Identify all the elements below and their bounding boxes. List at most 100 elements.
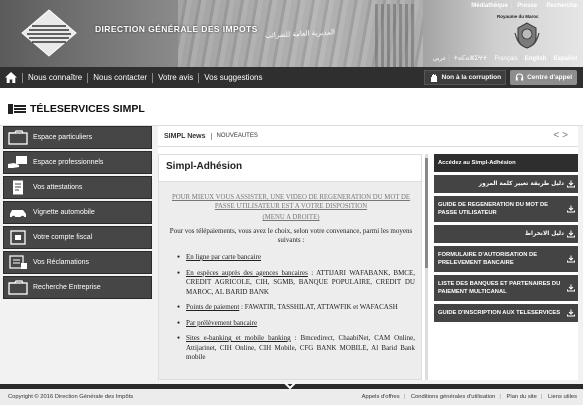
call-center-label: Centre d'appel [527, 74, 572, 81]
stop-hand-icon [430, 73, 437, 82]
folder-icon [8, 130, 28, 145]
lang-arabic[interactable]: عربي [433, 56, 447, 62]
sidebar-item-vignette[interactable]: Vignette automobile [3, 201, 152, 224]
link-label: دليل الانخراط [525, 231, 564, 237]
sidebar-item-compte-fiscal[interactable]: Votre compte fiscal [3, 226, 152, 249]
option-link[interactable]: Points de paiement [186, 303, 239, 311]
download-icon [567, 230, 575, 238]
link-label: دليل طريقة تغيير كلمة المرور [478, 181, 564, 187]
sidebar-item-label: Vos attestations [33, 184, 83, 191]
nav-nous-connaitre[interactable]: Nous connaître [22, 72, 87, 83]
sidebar-item-recherche-entreprise[interactable]: Recherche Entreprise [3, 276, 152, 299]
teleservices-title: TÉLESERVICES SIMPL [8, 103, 145, 115]
download-icon [567, 180, 575, 188]
lang-spanish[interactable]: Español [554, 56, 577, 62]
anti-corruption-button[interactable]: Non à la corruption [423, 70, 507, 85]
header-banner: DIRECTION GÉNÉRALE DES IMPOTS المديرية ا… [0, 0, 583, 67]
option-text: : FAWATIR, TASSHILAT, ATTAWFIK et WAFACA… [239, 303, 398, 311]
top-link-recherche[interactable]: Recherche [546, 3, 577, 9]
adhesion-panel: Simpl-Adhésion POUR MIEUX VOUS ASSISTER,… [158, 154, 422, 380]
sidebar-item-label: Vos Réclamations [33, 259, 90, 266]
top-link-mediatheque[interactable]: Médiathèque [471, 3, 508, 9]
home-button[interactable] [0, 67, 22, 88]
link-guide-password-arabic[interactable]: دليل طريقة تغيير كلمة المرور [434, 175, 578, 193]
download-icon [567, 205, 575, 213]
main-nav: Nous connaître Nous contacter Votre avis… [0, 67, 583, 88]
news-prev-button[interactable]: < [553, 130, 562, 141]
list-item: En espèces auprès des agences bancaires … [177, 269, 415, 298]
teleservices-bar: TÉLESERVICES SIMPL [0, 88, 583, 126]
links-panel: Accédez au Simpl-Adhésion دليل طريقة تغي… [434, 154, 578, 325]
nav-vos-suggestions[interactable]: Vos suggestions [198, 72, 267, 83]
coat-of-arms-icon [514, 22, 540, 49]
option-link[interactable]: En ligne par carte bancaire [186, 253, 261, 261]
list-item: Sites e-banking et mobile banking : Bmce… [177, 334, 415, 363]
footer-link-conditions[interactable]: Conditions générales d'utilisation [411, 394, 496, 400]
folder-search-icon [8, 280, 28, 295]
payment-intro: Pour vos télépaiements, vous avez le cho… [169, 227, 413, 244]
link-label: GUIDE D'INSCRIPTION AUX TELESERVICES [438, 310, 561, 316]
royaume-label: Royaume du Maroc [497, 14, 539, 19]
footer-link-liens-utiles[interactable]: Liens utiles [548, 394, 577, 400]
footer-link-appels-offres[interactable]: Appels d'offres [362, 394, 400, 400]
news-bar: SIMPL News NOUVEAUTES <> [158, 126, 578, 147]
option-link[interactable]: Sites e-banking et mobile banking [186, 334, 291, 342]
sidebar-item-professionnels[interactable]: Espace professionnels [3, 151, 152, 174]
option-link[interactable]: En espèces auprès des agences bancaires [186, 269, 308, 277]
news-label: SIMPL News [158, 132, 212, 140]
sidebar-item-label: Votre compte fiscal [33, 234, 93, 241]
adhesion-scrollbar[interactable] [425, 154, 428, 380]
link-label: FORMULAIRE D'AUTORISATION DE PRELEVEMENT… [438, 252, 538, 266]
download-icon [567, 284, 575, 292]
adhesion-title: Simpl-Adhésion [159, 155, 421, 182]
sidebar-item-label: Espace particuliers [33, 134, 93, 141]
account-icon [10, 230, 26, 245]
link-guide-inscription[interactable]: GUIDE D'INSCRIPTION AUX TELESERVICES [434, 304, 578, 322]
call-center-button[interactable]: Centre d'appel [510, 70, 577, 85]
sidebar-item-attestations[interactable]: Vos attestations [3, 176, 152, 199]
lang-french[interactable]: Français [495, 56, 518, 62]
link-label: LISTE DES BANQUES ET PARTENAIRES DU PAIE… [438, 281, 561, 295]
footer-links: Appels d'offres | Conditions générales d'… [361, 394, 577, 400]
link-guide-regeneration[interactable]: GUIDE DE REGENERATION DU MOT DE PASSE UT… [434, 196, 578, 222]
link-guide-adhesion-arabic[interactable]: دليل الانخراط [434, 225, 578, 243]
lang-english[interactable]: English [525, 56, 547, 62]
option-link[interactable]: Par prélèvement bancaire [186, 319, 257, 327]
news-next-button[interactable]: > [562, 130, 571, 141]
complaint-icon [9, 255, 27, 269]
footer-link-plan-site[interactable]: Plan du site [507, 394, 537, 400]
headset-icon [515, 73, 524, 81]
menu-link[interactable]: (MENU A DROITE) [167, 214, 415, 221]
dgi-title[interactable]: DIRECTION GÉNÉRALE DES IMPOTS [95, 24, 258, 34]
nav-votre-avis[interactable]: Votre avis [152, 72, 198, 83]
car-icon [10, 210, 26, 220]
top-links: Médiathèque | Presse | Recherche [471, 3, 577, 9]
adhesion-body: POUR MIEUX VOUS ASSISTER, UNE VIDEO DE R… [159, 182, 421, 363]
footer: Copyright © 2016 Direction Générale des … [0, 389, 583, 405]
link-label: GUIDE DE REGENERATION DU MOT DE PASSE UT… [438, 202, 549, 216]
download-icon [567, 309, 575, 317]
download-icon [567, 255, 575, 263]
lang-amazigh[interactable]: ⵜⴰⵎⴰⵣⵉⵖⵜ [454, 56, 488, 62]
sidebar-item-reclamations[interactable]: Vos Réclamations [3, 251, 152, 274]
sidebar-item-label: Espace professionnels [33, 159, 104, 166]
sidebar-item-particuliers[interactable]: Espace particuliers [3, 126, 152, 149]
link-formulaire-prelevement[interactable]: FORMULAIRE D'AUTORISATION DE PRELEVEMENT… [434, 246, 578, 272]
banner-tower-photo [375, 4, 415, 67]
list-item: En ligne par carte bancaire [177, 253, 415, 263]
copyright: Copyright © 2016 Direction Générale des … [8, 394, 134, 400]
links-panel-header: Accédez au Simpl-Adhésion [434, 154, 578, 172]
nav-nous-contacter[interactable]: Nous contacter [87, 72, 152, 83]
list-item: Par prélèvement bancaire [177, 319, 415, 329]
news-tag[interactable]: NOUVEAUTES [212, 133, 258, 139]
dgi-logo-icon[interactable] [20, 8, 78, 58]
anti-corruption-label: Non à la corruption [441, 74, 502, 81]
video-link[interactable]: POUR MIEUX VOUS ASSISTER, UNE VIDEO DE R… [167, 193, 415, 211]
link-liste-banques[interactable]: LISTE DES BANQUES ET PARTENAIRES DU PAIE… [434, 275, 578, 301]
top-link-presse[interactable]: Presse [517, 3, 537, 9]
stacked-bars-icon [8, 104, 26, 114]
home-icon [5, 72, 17, 83]
scrollbar-thumb[interactable] [425, 158, 428, 268]
list-item: Points de paiement : FAWATIR, TASSHILAT,… [177, 303, 415, 313]
language-bar: عربي | ⵜⴰⵎⴰⵣⵉⵖⵜ | Français | English | Españ… [432, 56, 577, 62]
